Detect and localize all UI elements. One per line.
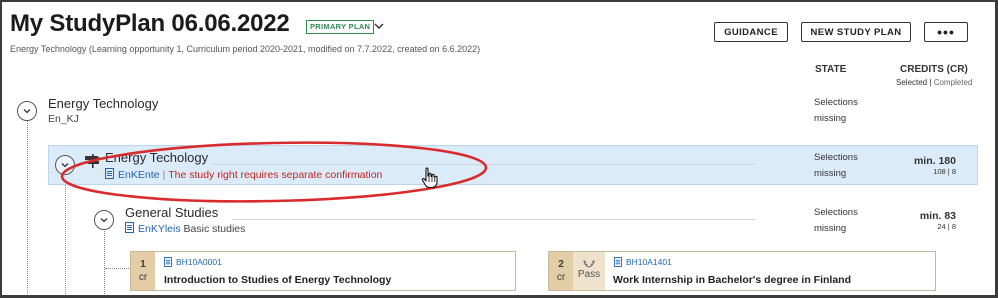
- tree-line: [104, 229, 105, 295]
- tree-line: [105, 268, 129, 269]
- credit-unit: cr: [556, 272, 566, 283]
- credits-column-header: CREDITS (CR): [900, 64, 968, 75]
- submodule-title[interactable]: General Studies: [125, 205, 218, 220]
- credits-minimum: min. 83: [919, 210, 956, 222]
- credits-column-subheader: Selected | Completed: [896, 78, 972, 87]
- submodule-state: Selections missing: [814, 205, 858, 237]
- tree-line: [27, 120, 28, 295]
- more-options-button[interactable]: •••: [924, 22, 968, 42]
- submodule-code-link[interactable]: EnKYleis: [138, 223, 181, 235]
- document-icon: [614, 257, 622, 267]
- state-column-header: STATE: [815, 64, 847, 75]
- chevron-down-icon[interactable]: [372, 19, 386, 33]
- course-credits: 2 cr: [549, 252, 573, 290]
- course-title: Introduction to Studies of Energy Techno…: [164, 274, 392, 286]
- grade-text: Pass: [577, 269, 601, 280]
- collapse-toggle-root[interactable]: [17, 101, 37, 121]
- credits-selected: 108: [933, 167, 946, 176]
- root-state: Selections missing: [814, 95, 858, 127]
- state-text: Selections: [814, 207, 858, 218]
- credits-completed-label: Completed: [933, 78, 973, 87]
- course-code-link[interactable]: BH10A0001: [176, 257, 222, 267]
- submodule-code-line: EnKYleis Basic studies: [125, 222, 245, 235]
- state-text: missing: [814, 113, 847, 124]
- credits-breakdown: 24 | 8: [890, 222, 956, 231]
- page-title: My StudyPlan 06.06.2022: [10, 10, 290, 37]
- state-text: Selections: [814, 152, 858, 163]
- state-text: missing: [814, 223, 847, 234]
- hand-cursor-icon: [421, 167, 438, 189]
- chevron-down-icon: [100, 218, 108, 223]
- credits-completed: 8: [951, 222, 956, 231]
- collapse-toggle-submodule[interactable]: [94, 210, 114, 230]
- course-credits: 1 cr: [131, 252, 155, 290]
- course-grade: Pass: [573, 252, 605, 290]
- root-module-code: En_KJ: [48, 113, 79, 125]
- credit-unit: cr: [138, 272, 148, 283]
- root-module-title[interactable]: Energy Technology: [48, 96, 158, 111]
- state-text: missing: [814, 168, 847, 179]
- app-frame: My StudyPlan 06.06.2022 PRIMARY PLAN Ene…: [0, 0, 998, 298]
- laurel-icon: [583, 259, 595, 268]
- submodule-credits: min. 83 24 | 8: [890, 210, 956, 231]
- credits-selected: 24: [937, 222, 946, 231]
- document-icon: [164, 257, 172, 267]
- credits-selected-label: Selected: [896, 78, 928, 87]
- credit-value: 1: [140, 259, 146, 270]
- module-credits: min. 180 108 | 8: [890, 155, 956, 176]
- submodule-code-description: Basic studies: [183, 223, 246, 235]
- credits-sub-separator: |: [929, 78, 932, 87]
- course-card[interactable]: 2 cr Pass BH10A1401 Work Internship in B…: [548, 251, 936, 291]
- course-card[interactable]: 1 cr BH10A0001 Introduction to Studies o…: [130, 251, 516, 291]
- document-icon: [125, 222, 134, 233]
- divider: [232, 219, 755, 220]
- course-title: Work Internship in Bachelor's degree in …: [613, 274, 852, 286]
- credits-separator: |: [947, 167, 950, 176]
- chevron-down-icon: [23, 109, 31, 114]
- credits-separator: |: [947, 222, 950, 231]
- new-study-plan-button[interactable]: NEW STUDY PLAN: [801, 22, 911, 42]
- module-state: Selections missing: [814, 150, 858, 182]
- course-code-link[interactable]: BH10A1401: [626, 257, 672, 267]
- state-text: Selections: [814, 97, 858, 108]
- credit-value: 2: [558, 259, 564, 270]
- plan-subtitle: Energy Technology (Learning opportunity …: [10, 44, 481, 54]
- credits-completed: 8: [951, 167, 956, 176]
- credits-minimum: min. 180: [913, 155, 956, 167]
- primary-plan-badge: PRIMARY PLAN: [306, 20, 375, 34]
- guidance-button[interactable]: GUIDANCE: [714, 22, 788, 42]
- credits-breakdown: 108 | 8: [890, 167, 956, 176]
